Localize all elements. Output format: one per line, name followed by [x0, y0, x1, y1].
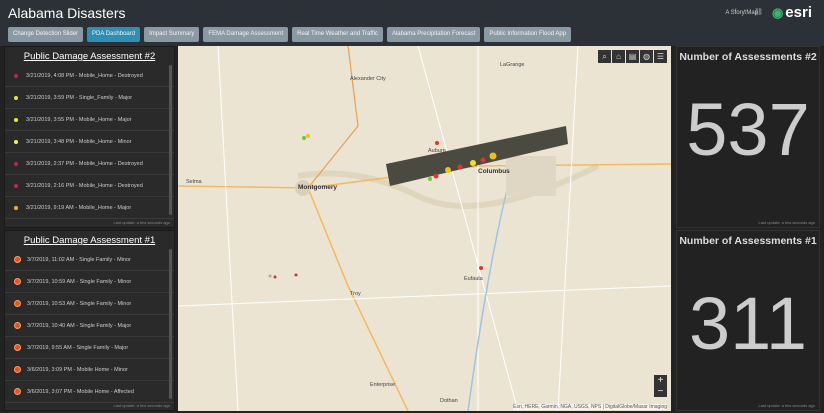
tab-fema[interactable]: FEMA Damage Assessment: [203, 27, 289, 42]
last-update: Last update: a few seconds ago: [758, 403, 815, 408]
list-item-label: 3/21/2019, 3:59 PM - Single_Family - Maj…: [26, 94, 133, 101]
map-label: Montgomery: [298, 184, 337, 191]
list-item-label: 3/21/2019, 2:37 PM - Mobile_Home - Destr…: [26, 160, 143, 167]
map-view[interactable]: Alexander City LaGrange Auburn Columbus …: [178, 46, 671, 411]
list-item[interactable]: 3/6/2019, 3:09 PM - Mobile Home - Minor: [5, 359, 174, 381]
list-item-label: 3/7/2019, 10:40 AM - Single Family - Maj…: [27, 322, 132, 329]
target-marker-icon: [14, 366, 21, 373]
indicator-assessments-2: Number of Assessments #2 537 Last update…: [676, 46, 820, 228]
scrollbar[interactable]: [169, 249, 172, 399]
map-label: Dothan: [440, 398, 458, 404]
list-item[interactable]: 3/21/2019, 9:19 AM - Mobile_Home - Major: [5, 197, 174, 219]
legend-icon[interactable]: ☰: [654, 50, 667, 63]
list-item-label: 3/21/2019, 3:55 PM - Mobile_Home - Major: [26, 116, 132, 123]
map-label: Eufaula: [464, 276, 483, 282]
list-item[interactable]: 3/21/2019, 3:59 PM - Single_Family - Maj…: [5, 87, 174, 109]
status-dot-icon: [14, 183, 18, 188]
zoom-in-button[interactable]: +: [654, 375, 667, 386]
last-update: Last update: a few seconds ago: [113, 403, 170, 408]
status-dot-icon: [14, 73, 18, 78]
tab-precip[interactable]: Alabama Precipitation Forecast: [386, 27, 481, 42]
tab-weather-traffic[interactable]: Real Time Weather and Traffic: [292, 27, 383, 42]
social-share-icons[interactable]: f t ⛓: [734, 8, 766, 16]
target-marker-icon: [14, 278, 21, 285]
zoom-control: + −: [654, 375, 667, 397]
globe-icon: ◉: [771, 5, 784, 20]
list-item-label: 3/21/2019, 2:16 PM - Mobile_Home - Destr…: [26, 182, 143, 189]
list-item-label: 3/7/2019, 10:53 AM - Single Family - Min…: [27, 300, 132, 307]
list-item-label: 3/7/2019, 10:59 AM - Single Family - Min…: [27, 278, 132, 285]
last-update: Last update: a few seconds ago: [758, 220, 815, 225]
home-icon[interactable]: ⌂: [612, 50, 625, 63]
list-item-label: 3/7/2019, 11:02 AM - Single Family - Min…: [27, 256, 131, 263]
list-item[interactable]: 3/7/2019, 10:40 AM - Single Family - Maj…: [5, 315, 174, 337]
pda2-list-panel: Public Damage Assessment #2 3/21/2019, 4…: [4, 46, 175, 228]
list-item-label: 3/6/2019, 3:07 PM - Mobile Home - Affect…: [27, 388, 134, 395]
list-item[interactable]: 3/21/2019, 3:55 PM - Mobile_Home - Major: [5, 109, 174, 131]
esri-logo[interactable]: ◉ esri: [772, 4, 812, 21]
layers-icon[interactable]: ▤: [626, 50, 639, 63]
map-attribution: Esri, HERE, Garmin, NGA, USGS, NPS | Dig…: [513, 404, 667, 410]
list-item[interactable]: 3/21/2019, 3:48 PM - Mobile_Home - Minor: [5, 131, 174, 153]
tab-impact-summary[interactable]: Impact Summary: [144, 27, 200, 42]
list-item[interactable]: 3/7/2019, 9:55 AM - Single Family - Majo…: [5, 337, 174, 359]
zoom-out-button[interactable]: −: [654, 386, 667, 397]
list-item-label: 3/21/2019, 3:48 PM - Mobile_Home - Minor: [26, 138, 132, 145]
map-label: Enterprise: [370, 382, 396, 388]
scrollbar[interactable]: [169, 65, 172, 215]
target-marker-icon: [14, 344, 21, 351]
pda2-title: Public Damage Assessment #2: [23, 51, 156, 62]
tab-flood-app[interactable]: Public Information Flood App: [484, 27, 572, 42]
target-marker-icon: [14, 322, 21, 329]
status-dot-icon: [14, 205, 18, 210]
map-label: Columbus: [478, 168, 510, 175]
status-dot-icon: [14, 95, 18, 100]
tab-change-detection[interactable]: Change Detection Slider: [8, 27, 84, 42]
map-label: LaGrange: [500, 62, 525, 68]
map-label: Troy: [350, 291, 361, 297]
app-title: Alabama Disasters: [8, 5, 126, 21]
basemap-icon[interactable]: ◍: [640, 50, 653, 63]
indicator-value: 537: [686, 88, 810, 171]
tab-bar: Change Detection Slider PDA Dashboard Im…: [8, 27, 572, 42]
list-item-label: 3/7/2019, 9:55 AM - Single Family - Majo…: [27, 344, 129, 351]
status-dot-icon: [14, 139, 18, 144]
pda1-title: Public Damage Assessment #1: [23, 235, 156, 246]
list-item-label: 3/6/2019, 3:09 PM - Mobile Home - Minor: [27, 366, 128, 373]
status-dot-icon: [14, 161, 18, 166]
list-item[interactable]: 3/21/2019, 2:37 PM - Mobile_Home - Destr…: [5, 153, 174, 175]
target-marker-icon: [14, 388, 21, 395]
list-item[interactable]: 3/21/2019, 4:08 PM - Mobile_Home - Destr…: [5, 65, 174, 87]
status-dot-icon: [14, 117, 18, 122]
pda1-list-panel: Public Damage Assessment #1 3/7/2019, 11…: [4, 230, 175, 411]
map-toolbar: ⌕ ⌂ ▤ ◍ ☰: [598, 50, 667, 63]
list-item-label: 3/21/2019, 4:08 PM - Mobile_Home - Destr…: [26, 72, 143, 79]
list-item[interactable]: 3/21/2019, 2:16 PM - Mobile_Home - Destr…: [5, 175, 174, 197]
list-item[interactable]: 3/7/2019, 10:53 AM - Single Family - Min…: [5, 293, 174, 315]
target-marker-icon: [14, 256, 21, 263]
list-item-label: 3/21/2019, 9:19 AM - Mobile_Home - Major: [26, 204, 132, 211]
list-item[interactable]: 3/6/2019, 3:07 PM - Mobile Home - Affect…: [5, 381, 174, 403]
list-item[interactable]: 3/7/2019, 11:02 AM - Single Family - Min…: [5, 249, 174, 271]
map-label: Selma: [186, 179, 202, 185]
header: Alabama Disasters A Story Map f t ⛓ ◉ esr…: [0, 0, 824, 46]
search-icon[interactable]: ⌕: [598, 50, 611, 63]
basemap: [178, 46, 671, 411]
last-update: Last update: a few seconds ago: [113, 220, 170, 225]
map-label: Auburn: [428, 148, 446, 154]
tab-pda-dashboard[interactable]: PDA Dashboard: [87, 27, 141, 42]
indicator-value: 311: [689, 282, 807, 365]
target-marker-icon: [14, 300, 21, 307]
indicator-title: Number of Assessments #1: [679, 235, 817, 247]
indicator-assessments-1: Number of Assessments #1 311 Last update…: [676, 230, 820, 411]
map-label: Alexander City: [350, 76, 386, 82]
indicator-title: Number of Assessments #2: [679, 51, 817, 63]
list-item[interactable]: 3/7/2019, 10:59 AM - Single Family - Min…: [5, 271, 174, 293]
